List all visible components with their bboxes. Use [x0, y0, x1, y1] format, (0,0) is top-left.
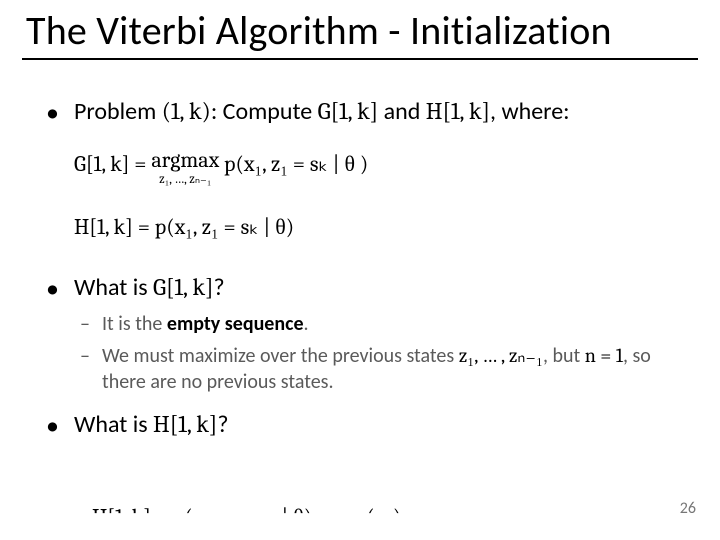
empty-sequence: empty sequence: [167, 312, 304, 336]
slide-title: The Viterbi Algorithm - Initialization: [26, 10, 612, 52]
text: Problem: [74, 97, 162, 126]
text: ?: [217, 410, 228, 439]
rhs: p(x₁, z₁ = sₖ | θ ): [219, 151, 368, 177]
inner-item-maximize: We must maximize over the previous state…: [80, 343, 690, 395]
text: : Compute: [211, 97, 318, 126]
text: , where:: [490, 97, 570, 126]
problem-ref: (1, k): [162, 97, 211, 125]
text: .: [304, 312, 309, 336]
n-eq-1: n = 1: [585, 344, 623, 367]
g-ref: G[1, k]: [153, 273, 214, 301]
h-ref: H[1, k]: [153, 410, 217, 438]
page-number: 26: [680, 499, 696, 518]
g-ref: G[1, k]: [318, 97, 379, 125]
inner-item-empty: It is the empty sequence.: [80, 311, 690, 337]
text: We must maximize over the previous state…: [102, 344, 459, 368]
text: ?: [214, 273, 225, 302]
title-underline: [22, 58, 698, 60]
equation-h: H[1, k] = p(x₁, z₁ = sₖ | θ): [74, 214, 690, 242]
argmax: argmaxz₁, …, zₙ₋₁: [151, 149, 219, 186]
bullet-what-is-h: What is H[1, k]?: [46, 409, 690, 440]
bullet-what-is-g: What is G[1, k]? It is the empty sequenc…: [46, 272, 690, 395]
text: What is: [74, 273, 153, 302]
text: It is the: [102, 312, 167, 336]
text: What is: [74, 410, 153, 439]
z-seq: z₁, … , zₙ₋₁: [459, 344, 543, 367]
text: and: [378, 97, 426, 126]
inner-list: It is the empty sequence. We must maximi…: [80, 311, 690, 395]
h-ref: H[1, k]: [426, 97, 490, 125]
equation-g: G[1, k] = argmaxz₁, …, zₙ₋₁ p(x₁, z₁ = s…: [74, 149, 690, 186]
lhs: G[1, k] =: [74, 151, 151, 177]
slide: The Viterbi Algorithm - Initialization P…: [0, 0, 720, 540]
bullet-list: Problem (1, k): Compute G[1, k] and H[1,…: [46, 96, 690, 454]
text: , but: [543, 344, 585, 368]
cutoff-equation: H[1, k] = p(x₁, z₁ = sₖ | θ) = π p (x₁): [92, 504, 401, 530]
bullet-problem: Problem (1, k): Compute G[1, k] and H[1,…: [46, 96, 690, 242]
